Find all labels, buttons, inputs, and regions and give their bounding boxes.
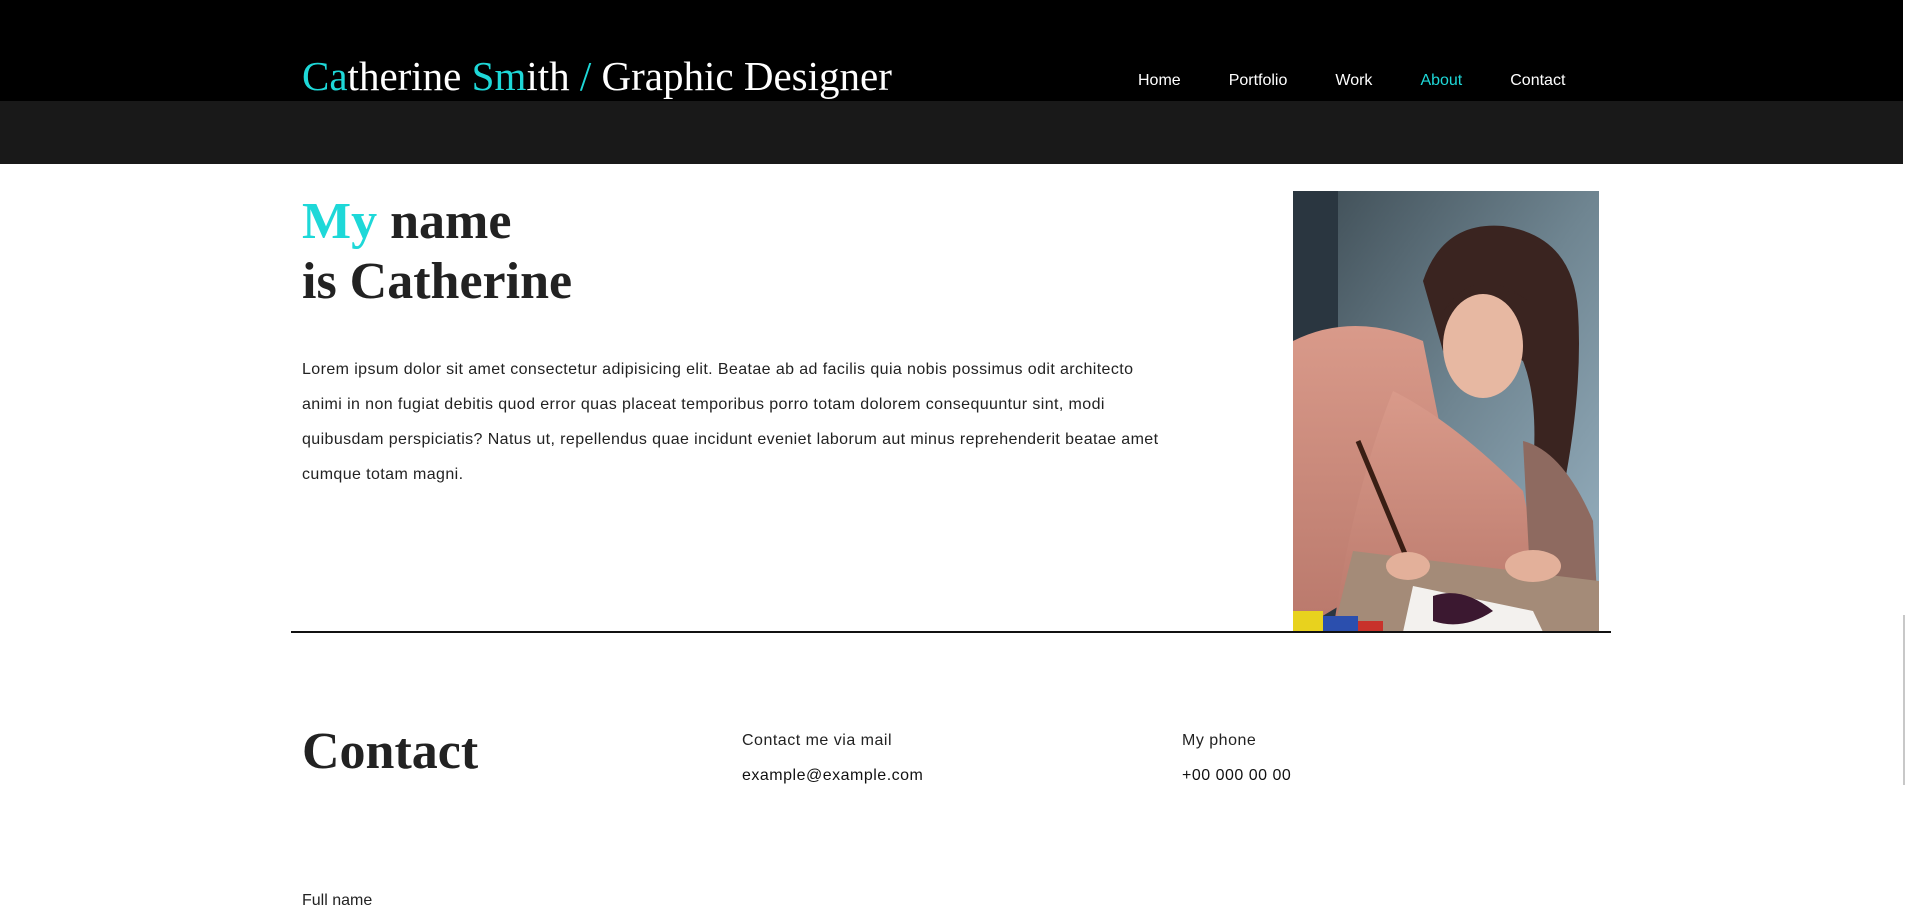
heading-line2: is Catherine [302,253,573,310]
top-navbar [0,0,1903,101]
about-bio: Lorem ipsum dolor sit amet consectetur a… [302,361,1159,483]
section-divider [291,631,1611,633]
page-scrollbar[interactable] [1903,615,1905,785]
brand-accent-1: Ca [302,53,348,99]
brand-suffix: Graphic Designer [591,53,892,99]
brand-accent-2: Sm [471,53,527,99]
fullname-field-label: Full name [302,892,373,909]
navbar-subband [0,101,1903,164]
heading-line1-rest: name [377,193,512,250]
profile-photo [1293,191,1599,632]
mail-value[interactable]: example@example.com [742,767,923,785]
contact-heading: Contact [302,723,479,780]
about-heading: My name is Catherine [302,192,572,312]
mail-label: Contact me via mail [742,732,892,749]
nav-link-contact[interactable]: Contact [1510,72,1565,90]
nav-link-work[interactable]: Work [1335,72,1372,90]
nav-link-portfolio[interactable]: Portfolio [1229,72,1288,90]
brand-text-2: ith [526,53,580,99]
heading-accent: My [302,193,378,250]
phone-value[interactable]: +00 000 00 00 [1182,767,1291,785]
nav-link-home[interactable]: Home [1138,72,1181,90]
nav-link-about[interactable]: About [1420,72,1462,90]
site-brand[interactable]: Catherine Smith / Graphic Designer [302,56,892,97]
brand-text-1: therine [347,53,472,99]
phone-label: My phone [1182,732,1257,749]
brand-slash: / [579,53,592,99]
main-nav: Home Portfolio Work About Contact [1138,72,1565,90]
